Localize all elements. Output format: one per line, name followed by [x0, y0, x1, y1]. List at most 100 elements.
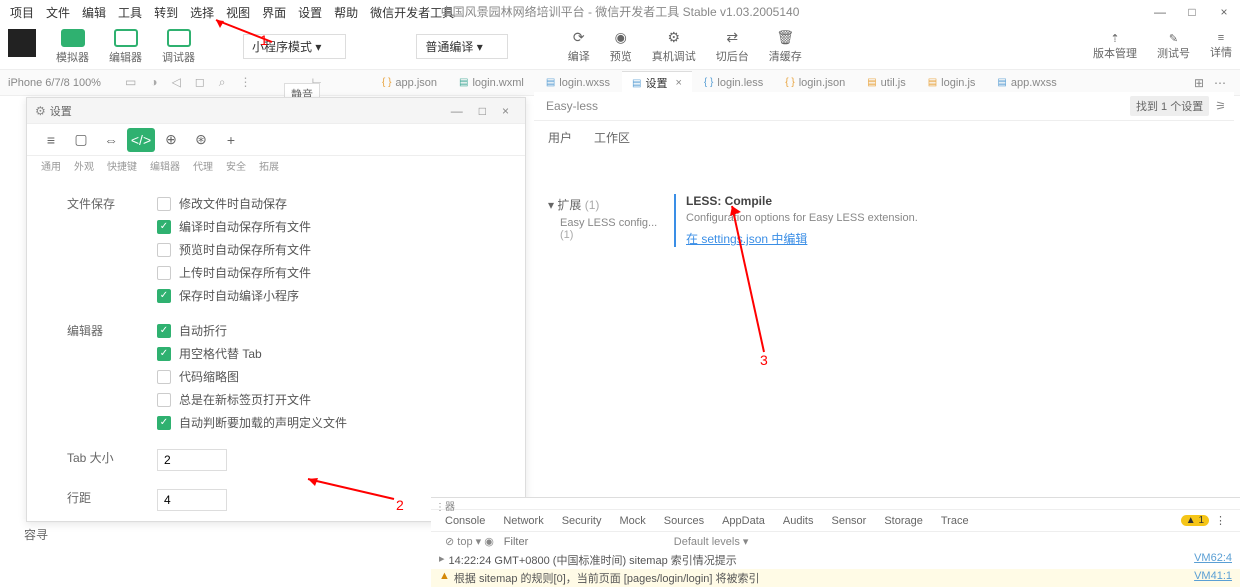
more-tabs-icon[interactable]: ⋯	[1214, 76, 1226, 90]
checkbox[interactable]	[157, 266, 171, 280]
file-tab[interactable]: { }login.less	[694, 71, 773, 94]
simulator-button[interactable]: 模拟器	[48, 27, 97, 67]
checkbox[interactable]: ✓	[157, 289, 171, 303]
file-tab-active[interactable]: ▤设置×	[622, 71, 692, 94]
menu-item[interactable]: 界面	[256, 1, 292, 24]
search-icon[interactable]: ⌕	[219, 75, 226, 90]
dialog-minimize-button[interactable]: —	[443, 104, 471, 118]
test-account-button[interactable]: ✎测试号	[1157, 32, 1190, 61]
console-tab[interactable]: Trace	[941, 515, 969, 527]
sim-icon[interactable]: ◻	[195, 75, 205, 90]
remote-debug-button[interactable]: ⚙真机调试	[652, 29, 696, 64]
eye-icon: ◉	[615, 29, 627, 46]
log-source-link[interactable]: VM41:1	[1194, 570, 1232, 586]
file-tab[interactable]: ▤login.js	[918, 71, 986, 94]
menu-item[interactable]: 设置	[292, 1, 328, 24]
menu-item[interactable]: 文件	[40, 1, 76, 24]
rotate-icon[interactable]: ◑	[150, 75, 157, 90]
menu-item[interactable]: 选择	[184, 1, 220, 24]
checkbox[interactable]	[157, 370, 171, 384]
background-button[interactable]: ⇄切后台	[716, 29, 749, 64]
tree-easy-less[interactable]: Easy LESS config... (1)	[544, 215, 674, 243]
file-tab[interactable]: ▤util.js	[857, 71, 916, 94]
settings-tab-shortcut[interactable]: ⇔	[97, 128, 125, 152]
console-tab[interactable]: Sensor	[831, 515, 866, 527]
file-tab[interactable]: ▤login.wxss	[536, 71, 620, 94]
mode-select[interactable]: 小程序模式 ▾	[243, 34, 346, 59]
settings-tab-security[interactable]: ⊛	[187, 128, 215, 152]
clear-cache-button[interactable]: 🗑清缓存	[769, 29, 802, 64]
settings-search-input[interactable]: Easy-less	[542, 97, 1130, 115]
menu-item[interactable]: 项目	[4, 1, 40, 24]
settings-tab-proxy[interactable]: ⊕	[157, 128, 185, 152]
checkbox[interactable]	[157, 393, 171, 407]
console-handle[interactable]: ⋮器	[431, 498, 1240, 510]
settings-tab-extension[interactable]: +	[217, 128, 245, 152]
more-icon[interactable]: ⋮	[240, 75, 252, 90]
log-source-link[interactable]: VM62:4	[1194, 552, 1232, 568]
console-filter-input[interactable]	[504, 536, 664, 548]
compile-button[interactable]: ⟳编译	[568, 29, 590, 64]
menu-item[interactable]: 工具	[112, 1, 148, 24]
split-editor-icon[interactable]: ⊞	[1194, 76, 1204, 90]
json-icon: { }	[382, 77, 391, 88]
menu-item[interactable]: 编辑	[76, 1, 112, 24]
menu-item[interactable]: 视图	[220, 1, 256, 24]
maximize-button[interactable]: □	[1176, 0, 1208, 24]
checkbox[interactable]	[157, 197, 171, 211]
console-tab[interactable]: Storage	[884, 515, 923, 527]
settings-dialog: ⚙ 设置 — □ × ≡ ▢ ⇔ </> ⊕ ⊛ + 通用 外观 快捷键 编辑器…	[26, 97, 526, 522]
checkbox[interactable]: ✓	[157, 220, 171, 234]
compile-select[interactable]: 普通编译 ▾	[416, 34, 507, 59]
details-button[interactable]: ≡详情	[1210, 32, 1232, 61]
dialog-close-button[interactable]: ×	[494, 104, 517, 118]
console-context[interactable]: ⊘ top ▾ ◉	[445, 535, 494, 548]
settings-tab-general[interactable]: ≡	[37, 128, 65, 152]
avatar[interactable]	[8, 29, 36, 57]
mute-icon[interactable]: ◁	[172, 75, 181, 90]
line-spacing-input[interactable]	[157, 489, 227, 511]
debugger-button[interactable]: 调试器	[154, 27, 203, 67]
menu-item[interactable]: 帮助	[328, 1, 364, 24]
checkbox[interactable]: ✓	[157, 347, 171, 361]
refresh-icon: ⟳	[573, 29, 585, 46]
tree-extensions[interactable]: ▾ 扩展 (1)	[544, 194, 674, 215]
dialog-maximize-button[interactable]: □	[471, 104, 494, 118]
device-info[interactable]: iPhone 6/7/8 100%	[8, 77, 101, 89]
js-icon: ▤	[928, 77, 937, 88]
warning-badge[interactable]: ▲ 1	[1181, 515, 1209, 526]
console-tab[interactable]: Console	[445, 515, 485, 527]
console-tab[interactable]: Network	[503, 515, 543, 527]
device-icon[interactable]: ▭	[125, 75, 136, 90]
tab-size-input[interactable]	[157, 449, 227, 471]
console-tab[interactable]: Audits	[783, 515, 814, 527]
file-save-label: 文件保存	[67, 195, 147, 212]
close-icon[interactable]: ×	[675, 77, 681, 89]
settings-tab-editor[interactable]: </>	[127, 128, 155, 152]
console-tab[interactable]: Security	[562, 515, 602, 527]
checkbox[interactable]: ✓	[157, 324, 171, 338]
close-button[interactable]: ×	[1208, 0, 1240, 24]
settings-tab-appearance[interactable]: ▢	[67, 128, 95, 152]
file-tab[interactable]: { }app.json	[372, 71, 447, 94]
file-tab[interactable]: ▤app.wxss	[987, 71, 1066, 94]
workspace-tab[interactable]: 工作区	[590, 127, 634, 148]
preview-button[interactable]: ◉预览	[610, 29, 632, 64]
checkbox[interactable]	[157, 243, 171, 257]
user-tab[interactable]: 用户	[544, 127, 576, 148]
checkbox[interactable]: ✓	[157, 416, 171, 430]
file-tab[interactable]: ▤login.wxml	[449, 71, 534, 94]
console-tab[interactable]: AppData	[722, 515, 765, 527]
editor-button[interactable]: 编辑器	[101, 27, 150, 67]
window-controls: — □ ×	[1144, 0, 1240, 24]
console-more-icon[interactable]: ⋮	[1215, 514, 1226, 527]
minimize-button[interactable]: —	[1144, 0, 1176, 24]
file-tab[interactable]: { }login.json	[775, 71, 855, 94]
console-tab[interactable]: Sources	[664, 515, 704, 527]
version-manage-button[interactable]: ⇡版本管理	[1093, 32, 1137, 61]
menu-item[interactable]: 转到	[148, 1, 184, 24]
filter-icon[interactable]: ⚞	[1215, 99, 1226, 113]
edit-in-json-link[interactable]: 在 settings.json 中编辑	[686, 230, 807, 247]
log-levels-select[interactable]: Default levels ▾	[674, 535, 749, 548]
console-tab[interactable]: Mock	[619, 515, 645, 527]
